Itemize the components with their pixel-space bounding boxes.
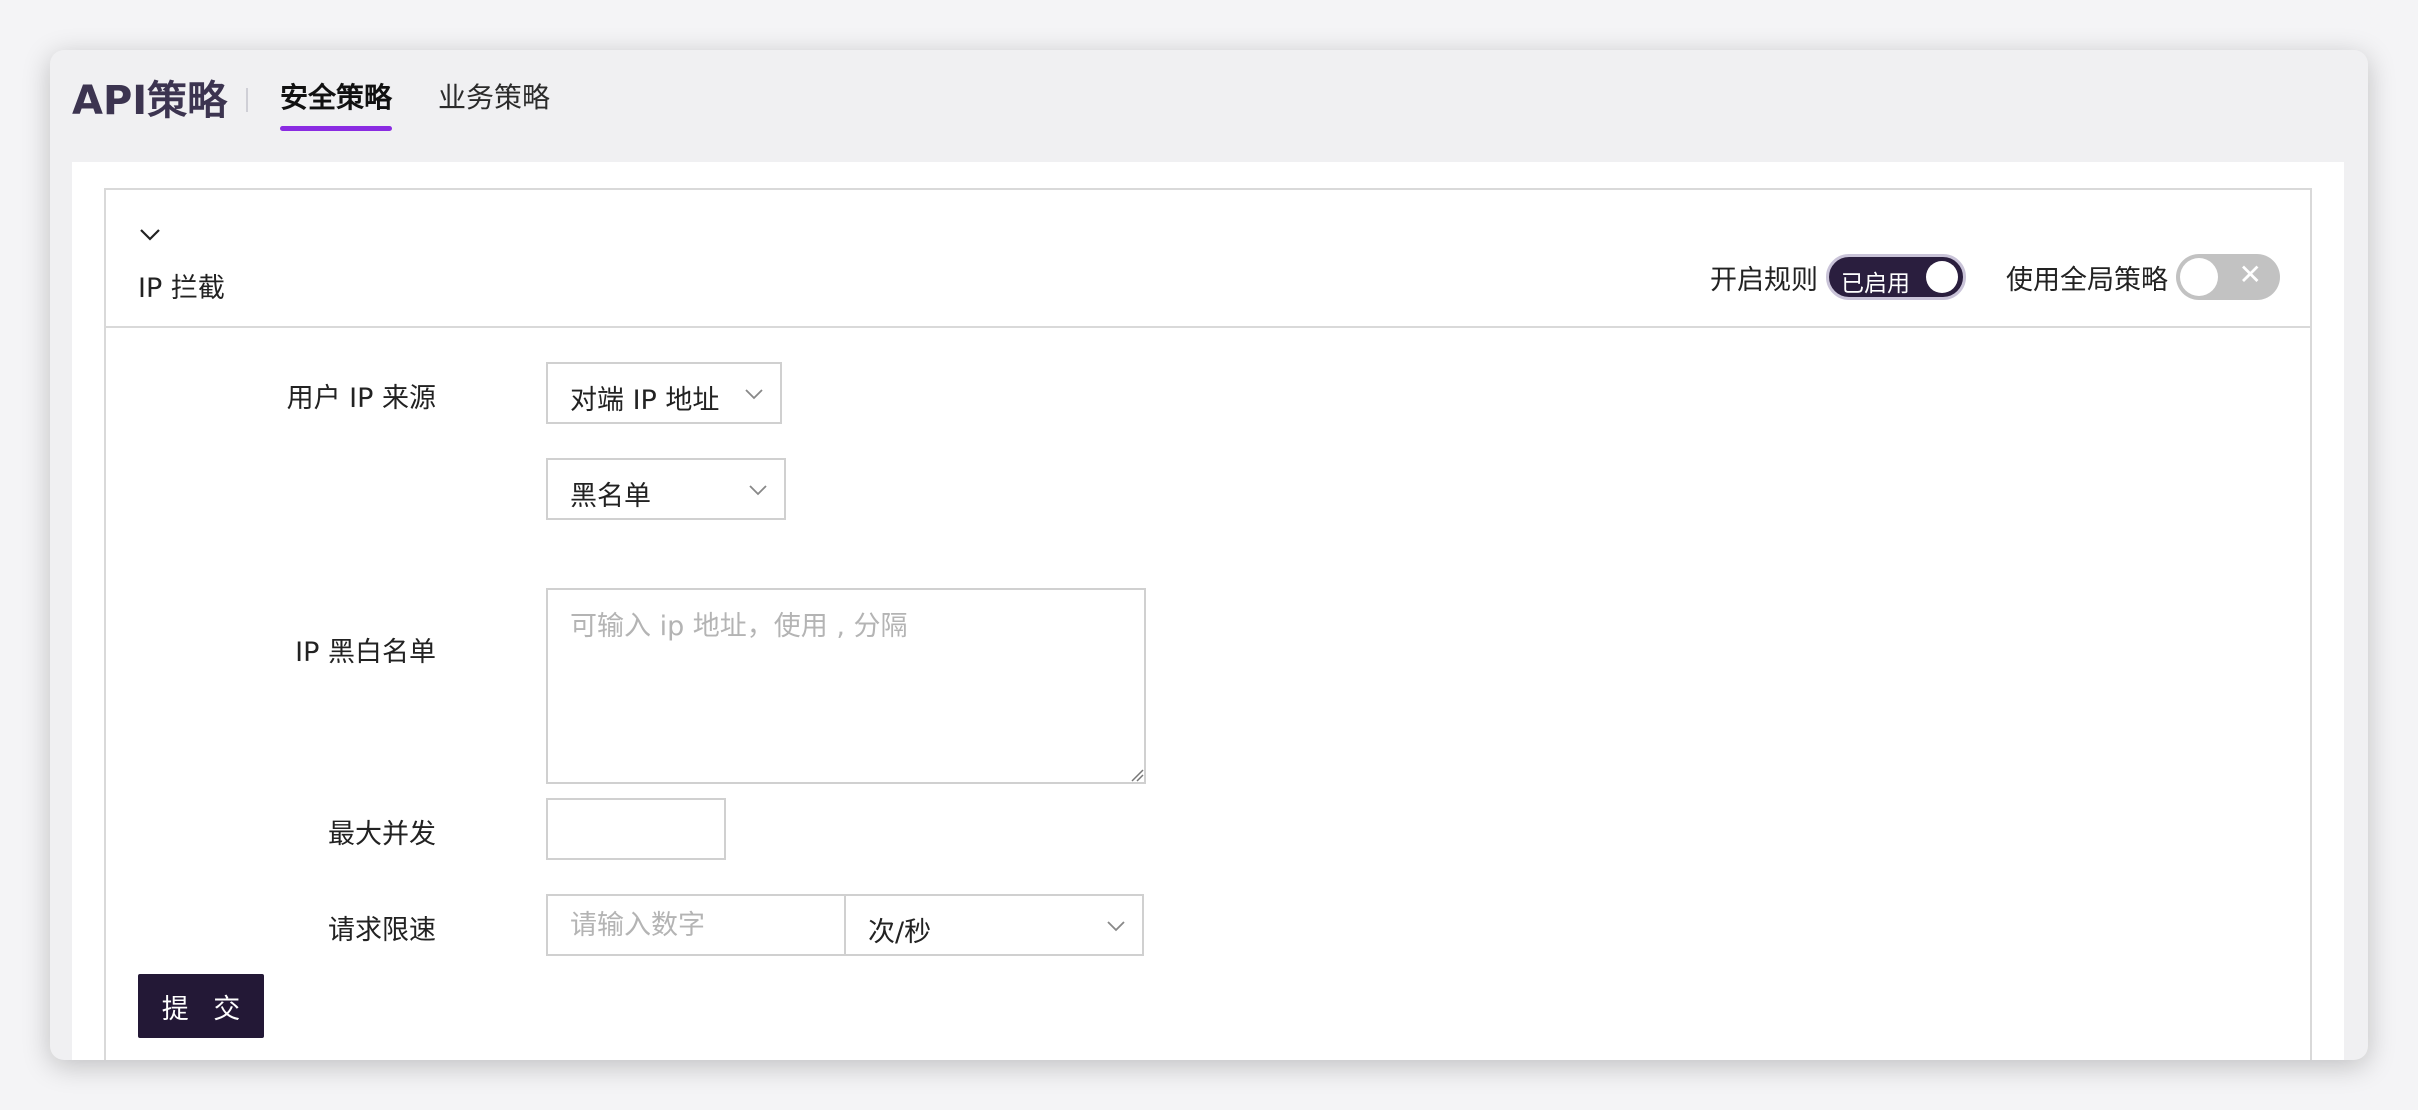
toggle-state-text: 已启用 [1841, 271, 1910, 297]
close-icon: ✕ [2238, 258, 2262, 291]
tab-security-policy[interactable]: 安全策略 [280, 76, 393, 131]
main-content: IP 拦截 开启规则 已启用 使用全局策略 ✕ 用户 IP 来源 对端 IP 地… [72, 162, 2344, 1060]
app-window: API策略 安全策略 业务策略 IP 拦截 开启规则 已启用 使用全局策略 ✕ … [50, 50, 2368, 1060]
title-divider [246, 88, 248, 112]
rule-enable-toggle[interactable]: 已启用 [1826, 254, 1966, 300]
submit-button[interactable]: 提 交 [138, 974, 264, 1038]
resize-grip-icon[interactable] [1130, 768, 1144, 782]
panel-header: IP 拦截 开启规则 已启用 使用全局策略 ✕ [106, 190, 2310, 328]
global-policy-toggle[interactable]: ✕ [2176, 254, 2280, 300]
select-value: 对端 IP 地址 [570, 385, 720, 416]
toggle-knob [2180, 258, 2218, 296]
ip-source-label: 用户 IP 来源 [286, 383, 436, 414]
active-tab-indicator [280, 126, 393, 131]
select-value: 次/秒 [868, 917, 932, 948]
panel-header-controls: 开启规则 已启用 使用全局策略 ✕ [1710, 254, 2280, 300]
rate-unit-select[interactable]: 次/秒 [844, 894, 1144, 956]
chevron-down-icon[interactable] [138, 222, 162, 246]
tab-label: 业务策略 [438, 81, 551, 114]
tab-business-policy[interactable]: 业务策略 [438, 76, 550, 116]
rule-toggle-label: 开启规则 [1710, 264, 1818, 296]
ip-list-textarea[interactable] [546, 588, 1146, 784]
page-header: API策略 安全策略 业务策略 [50, 50, 2368, 160]
rate-limit-label: 请求限速 [328, 915, 436, 946]
max-concurrency-label: 最大并发 [328, 819, 436, 850]
toggle-knob [1926, 261, 1958, 293]
section-title: IP 拦截 [138, 273, 225, 304]
ip-source-select[interactable]: 对端 IP 地址 [546, 362, 782, 424]
global-toggle-label: 使用全局策略 [2006, 264, 2168, 296]
list-type-select[interactable]: 黑名单 [546, 458, 786, 520]
chevron-down-icon [1107, 921, 1125, 932]
ip-block-panel: IP 拦截 开启规则 已启用 使用全局策略 ✕ 用户 IP 来源 对端 IP 地… [104, 188, 2312, 1060]
select-value: 黑名单 [570, 481, 651, 512]
chevron-down-icon [749, 485, 767, 496]
tab-label: 安全策略 [280, 81, 393, 114]
ip-list-label: IP 黑白名单 [295, 637, 436, 668]
max-concurrency-input[interactable] [546, 798, 726, 860]
rate-limit-input[interactable] [546, 894, 846, 956]
page-title: API策略 [72, 78, 228, 124]
chevron-down-icon [745, 389, 763, 400]
